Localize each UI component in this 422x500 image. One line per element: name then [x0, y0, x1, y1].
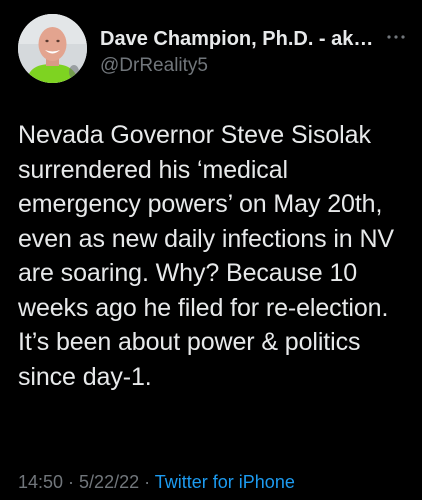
tweet-text: Nevada Governor Steve Sisolak surrendere…	[18, 121, 394, 391]
tweet: Dave Champion, Ph.D. - ak… @DrReality5 N…	[0, 0, 422, 500]
profile-photo	[18, 14, 87, 83]
avatar[interactable]	[18, 14, 87, 83]
tweet-source-link[interactable]: Twitter for iPhone	[155, 472, 295, 492]
more-horizontal-icon[interactable]	[384, 30, 408, 44]
meta-separator: ·	[63, 472, 80, 492]
author-display-name[interactable]: Dave Champion, Ph.D. - ak…	[100, 27, 400, 51]
meta-separator: ·	[139, 472, 155, 492]
tweet-time[interactable]: 14:50	[18, 472, 63, 492]
author-info: Dave Champion, Ph.D. - ak… @DrReality5	[100, 27, 400, 78]
tweet-date[interactable]: 5/22/22	[79, 472, 139, 492]
tweet-meta: 14:50 · 5/22/22 · Twitter for iPhone	[18, 471, 295, 493]
author-handle[interactable]: @DrReality5	[100, 54, 400, 78]
